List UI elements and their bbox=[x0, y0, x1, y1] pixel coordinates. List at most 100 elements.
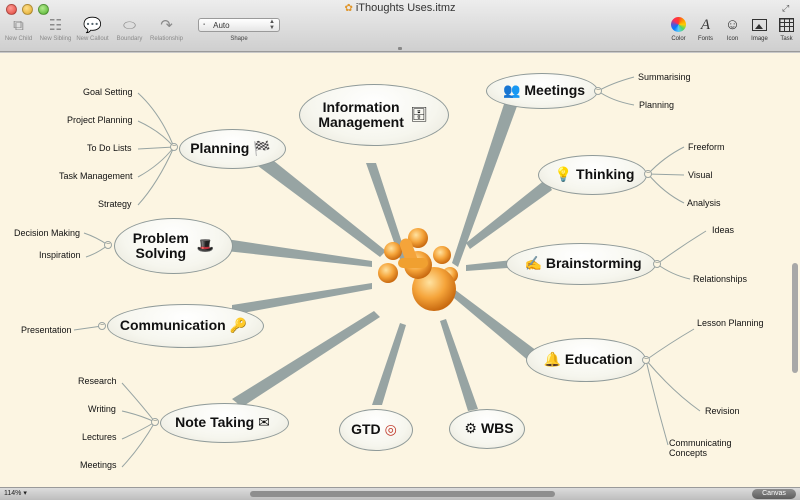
leaf-presentation[interactable]: Presentation bbox=[21, 325, 72, 335]
icon-button[interactable]: ☺ Icon bbox=[719, 14, 746, 42]
leaf-line-freeform bbox=[647, 146, 685, 175]
leaf-line-analysis bbox=[647, 173, 685, 204]
leaf-line-lesson-planning bbox=[645, 328, 695, 361]
collapse-education-button[interactable]: − bbox=[642, 356, 650, 364]
canvas-mode-button[interactable]: Canvas bbox=[752, 489, 796, 499]
leaf-planning-meetings[interactable]: Planning bbox=[639, 100, 674, 110]
collapse-problem-solving-button[interactable]: − bbox=[104, 241, 112, 249]
leaf-inspiration[interactable]: Inspiration bbox=[39, 250, 81, 260]
ithoughts-logo-icon[interactable] bbox=[378, 228, 458, 311]
image-icon bbox=[752, 19, 767, 31]
fonts-icon: A bbox=[700, 17, 711, 33]
gear-icon: ⚙ bbox=[464, 420, 477, 437]
fonts-button[interactable]: A Fonts bbox=[692, 14, 719, 42]
leaf-line-strategy bbox=[137, 146, 175, 206]
leaf-communicating-concepts[interactable]: Communicating Concepts bbox=[669, 438, 739, 459]
collapse-note-taking-button[interactable]: − bbox=[151, 418, 159, 426]
topic-thinking[interactable]: 💡 Thinking bbox=[538, 155, 647, 195]
status-bar: 114% ▾ Canvas bbox=[0, 487, 800, 500]
leaf-decision-making[interactable]: Decision Making bbox=[14, 228, 80, 238]
topic-label: Meetings bbox=[524, 82, 586, 99]
topic-gtd[interactable]: GTD ◎ bbox=[339, 409, 413, 451]
topic-information-management[interactable]: Information Management 🗄 bbox=[299, 84, 449, 146]
topic-brainstorming[interactable]: ✍ Brainstorming bbox=[506, 243, 656, 285]
leaf-relationships[interactable]: Relationships bbox=[693, 274, 747, 284]
database-icon: 🗄 bbox=[410, 106, 428, 123]
color-button[interactable]: Color bbox=[665, 14, 692, 42]
leaf-line-planning-meetings bbox=[597, 90, 635, 106]
branch-planning bbox=[254, 153, 386, 257]
pencil-icon: ✍ bbox=[524, 255, 542, 272]
leaf-revision[interactable]: Revision bbox=[705, 406, 740, 416]
boundary-button[interactable]: ⬭ Boundary bbox=[111, 16, 148, 42]
document-icon: ✿ bbox=[344, 3, 353, 14]
branch-wbs bbox=[440, 319, 478, 411]
topic-problem-solving[interactable]: Problem Solving 🎩 bbox=[114, 218, 233, 274]
leaf-visual[interactable]: Visual bbox=[688, 170, 712, 180]
new-sibling-button[interactable]: ☷ New Sibling bbox=[37, 16, 74, 42]
image-button[interactable]: Image bbox=[746, 14, 773, 42]
leaf-line-visual bbox=[647, 173, 685, 176]
topic-wbs[interactable]: ⚙ WBS bbox=[449, 409, 525, 449]
leaf-line-ideas bbox=[656, 230, 707, 265]
shape-control: ▪ Auto ▲ ▼ Shape bbox=[198, 18, 280, 42]
collapse-communication-button[interactable]: − bbox=[98, 322, 106, 330]
collapse-planning-button[interactable]: − bbox=[170, 143, 178, 151]
lightbulb-icon: 💡 bbox=[554, 166, 573, 183]
topic-label: Education bbox=[564, 351, 633, 368]
branch-meetings bbox=[452, 98, 520, 267]
collapse-thinking-button[interactable]: − bbox=[644, 170, 652, 178]
window-title-text: iThoughts Uses.itmz bbox=[355, 2, 456, 14]
task-button[interactable]: Task bbox=[773, 14, 800, 42]
topic-label: Planning bbox=[190, 140, 250, 157]
topic-meetings[interactable]: 👥 Meetings bbox=[486, 73, 598, 109]
shape-preview-icon: ▪ bbox=[203, 22, 206, 28]
leaf-to-do-lists[interactable]: To Do Lists bbox=[87, 143, 132, 153]
relationship-label: Relationship bbox=[149, 36, 184, 42]
leaf-ideas[interactable]: Ideas bbox=[712, 225, 734, 235]
leaf-meetings-note[interactable]: Meetings bbox=[80, 460, 117, 470]
bowler-hat-icon: 🎩 bbox=[196, 237, 215, 254]
collapse-brainstorming-button[interactable]: − bbox=[653, 260, 661, 268]
task-label: Task bbox=[780, 36, 793, 42]
fullscreen-icon[interactable]: ⤢ bbox=[782, 3, 793, 14]
shape-select[interactable]: ▪ Auto ▲ ▼ bbox=[198, 18, 280, 32]
key-icon: 🔑 bbox=[229, 317, 248, 334]
leaf-project-planning[interactable]: Project Planning bbox=[67, 115, 133, 125]
leaf-lectures[interactable]: Lectures bbox=[82, 432, 117, 442]
horizontal-scrollbar[interactable] bbox=[250, 491, 555, 497]
boundary-label: Boundary bbox=[116, 36, 143, 42]
topic-planning[interactable]: Planning 🏁 bbox=[179, 129, 286, 169]
topic-communication[interactable]: Communication 🔑 bbox=[107, 304, 264, 348]
vertical-scrollbar[interactable] bbox=[792, 263, 798, 373]
new-callout-button[interactable]: 💬 New Callout bbox=[74, 16, 111, 42]
target-icon: ◎ bbox=[384, 421, 397, 438]
leaf-strategy[interactable]: Strategy bbox=[98, 199, 132, 209]
leaf-freeform[interactable]: Freeform bbox=[688, 142, 725, 152]
leaf-summarising[interactable]: Summarising bbox=[638, 72, 691, 82]
icon-label: Icon bbox=[726, 36, 739, 42]
split-handle[interactable] bbox=[398, 47, 402, 50]
topic-label: GTD bbox=[351, 421, 381, 438]
new-sibling-label: New Sibling bbox=[39, 36, 72, 42]
new-child-button[interactable]: ⧉ New Child bbox=[0, 16, 37, 42]
smiley-icon: ☺ bbox=[724, 16, 741, 33]
mindmap-canvas[interactable]: Information Management 🗄 👥 Meetings 💡 Th… bbox=[0, 53, 800, 487]
toolbar-right-group: Color A Fonts ☺ Icon Image Task bbox=[665, 14, 800, 42]
branch-gtd bbox=[372, 323, 406, 405]
leaf-goal-setting[interactable]: Goal Setting bbox=[83, 87, 133, 97]
leaf-task-management[interactable]: Task Management bbox=[59, 171, 133, 181]
topic-label: Communication bbox=[119, 317, 226, 334]
collapse-meetings-button[interactable]: − bbox=[594, 87, 602, 95]
image-label: Image bbox=[751, 36, 768, 42]
leaf-writing[interactable]: Writing bbox=[88, 404, 116, 414]
bell-icon: 🔔 bbox=[543, 351, 561, 368]
relationship-button[interactable]: ↷ Relationship bbox=[148, 16, 185, 42]
leaf-lesson-planning[interactable]: Lesson Planning bbox=[697, 318, 767, 328]
topic-education[interactable]: 🔔 Education bbox=[526, 338, 646, 382]
topic-note-taking[interactable]: Note Taking ✉ bbox=[160, 403, 289, 443]
new-child-icon: ⧉ bbox=[13, 17, 24, 34]
zoom-control[interactable]: 114% ▾ bbox=[4, 489, 27, 497]
leaf-research[interactable]: Research bbox=[78, 376, 117, 386]
leaf-analysis[interactable]: Analysis bbox=[687, 198, 721, 208]
